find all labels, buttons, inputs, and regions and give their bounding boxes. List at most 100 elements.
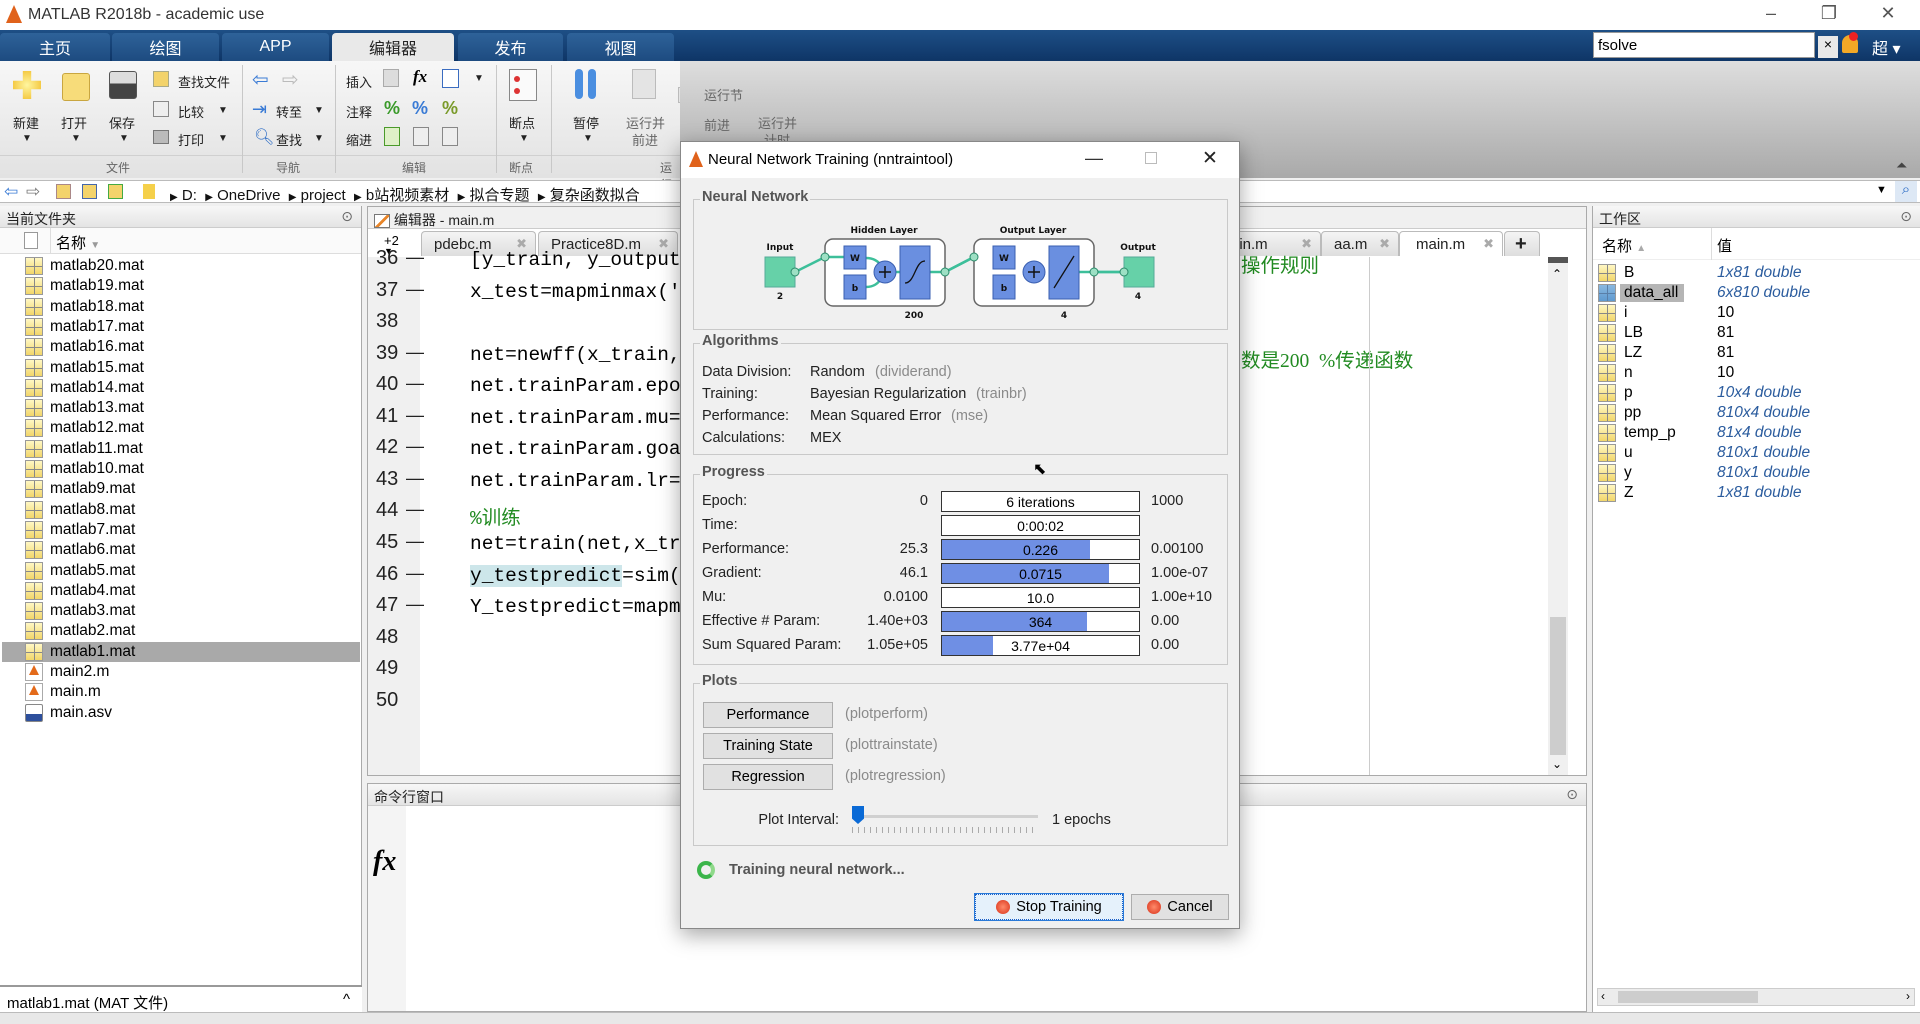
code-line[interactable]: %训练: [470, 501, 521, 530]
code-line[interactable]: net.trainParam.mu=: [470, 407, 681, 429]
save-button[interactable]: 保存: [109, 113, 135, 132]
function-browser-icon[interactable]: fx: [373, 846, 396, 878]
value-column-header[interactable]: 值: [1717, 235, 1732, 256]
pause-button[interactable]: 暂停: [573, 113, 599, 132]
editor-tab-main-active[interactable]: main.m ✖: [1399, 231, 1503, 256]
variable-row[interactable]: B 1x81 double: [1598, 263, 1918, 283]
insert-section-icon[interactable]: [383, 69, 399, 87]
find-files-button[interactable]: 查找文件: [178, 72, 230, 91]
compare-dropdown-icon[interactable]: ▼: [218, 105, 228, 116]
decrease-indent-icon[interactable]: [442, 127, 458, 146]
forward-icon[interactable]: ⇨: [26, 182, 40, 202]
tab-plots[interactable]: 绘图: [112, 33, 219, 61]
scrollbar-thumb[interactable]: [1550, 617, 1566, 755]
search-folder-icon[interactable]: ⌕: [1895, 181, 1917, 202]
code-line[interactable]: x_test=mapminmax(': [470, 281, 681, 303]
file-row[interactable]: matlab10.mat: [2, 459, 360, 479]
variable-row[interactable]: p 10x4 double: [1598, 383, 1918, 403]
workspace-hscrollbar[interactable]: ‹ ›: [1597, 988, 1915, 1006]
pause-icon-bar1[interactable]: [575, 69, 583, 99]
collapse-ribbon-icon[interactable]: ⏶: [1896, 157, 1907, 174]
breakpoint-dash[interactable]: —: [406, 342, 424, 363]
code-line[interactable]: net=newff(x_train,: [470, 344, 681, 366]
forward-arrow-icon[interactable]: ⇨: [282, 67, 299, 92]
save-disk-icon[interactable]: [109, 71, 137, 99]
crumb-drive[interactable]: D:: [182, 187, 197, 204]
stop-training-button[interactable]: Stop Training: [974, 893, 1124, 921]
editor-scrollbar[interactable]: ⌃ ⌄: [1548, 257, 1568, 775]
path-dropdown-icon[interactable]: ▼: [1876, 184, 1887, 196]
file-row[interactable]: matlab5.mat: [2, 561, 360, 581]
breakpoint-dash[interactable]: —: [406, 594, 424, 615]
plot-regression-button[interactable]: Regression: [703, 764, 833, 790]
crumb-project[interactable]: project: [301, 187, 346, 204]
variable-row[interactable]: temp_p 81x4 double: [1598, 423, 1918, 443]
file-row[interactable]: matlab20.mat: [2, 256, 360, 276]
open-button[interactable]: 打开: [61, 113, 87, 132]
goto-button[interactable]: 转至: [276, 102, 302, 121]
panel-menu-icon[interactable]: ⊙: [1566, 786, 1578, 803]
goto-dropdown-icon[interactable]: ▼: [314, 105, 324, 116]
variable-row[interactable]: data_all 6x810 double: [1598, 283, 1918, 303]
file-row[interactable]: matlab17.mat: [2, 317, 360, 337]
smart-indent-icon[interactable]: [384, 127, 400, 146]
open-dropdown-icon[interactable]: ▼: [71, 133, 81, 144]
plot-interval-slider[interactable]: [852, 806, 1038, 833]
back-arrow-icon[interactable]: ⇦: [252, 67, 269, 92]
code-line[interactable]: y_testpredict=sim(: [470, 564, 681, 587]
file-row[interactable]: matlab9.mat: [2, 479, 360, 499]
expand-details-icon[interactable]: ^: [343, 991, 350, 1008]
variable-row[interactable]: LZ 81: [1598, 343, 1918, 363]
compare-button[interactable]: 比较: [178, 102, 204, 121]
insert-function-icon[interactable]: fx: [413, 67, 427, 87]
save-dropdown-icon[interactable]: ▼: [119, 133, 129, 144]
breakpoint-dash[interactable]: —: [406, 405, 424, 426]
crumb-fitting-topic[interactable]: 拟合专题: [469, 187, 529, 204]
file-row[interactable]: matlab16.mat: [2, 337, 360, 357]
code-line[interactable]: net.trainParam.goa: [470, 438, 681, 460]
increase-indent-icon[interactable]: [413, 127, 429, 146]
file-row[interactable]: main2.m: [2, 662, 360, 682]
file-row[interactable]: matlab6.mat: [2, 540, 360, 560]
tab-home[interactable]: 主页: [0, 33, 110, 61]
advance-button[interactable]: 前进: [704, 115, 730, 134]
panel-menu-icon[interactable]: ⊙: [341, 208, 353, 225]
variable-row[interactable]: y 810x1 double: [1598, 463, 1918, 483]
new-dropdown-icon[interactable]: ▼: [22, 133, 32, 144]
file-row[interactable]: matlab13.mat: [2, 398, 360, 418]
file-row[interactable]: matlab4.mat: [2, 581, 360, 601]
tab-apps[interactable]: APP: [222, 33, 329, 61]
file-row[interactable]: matlab8.mat: [2, 500, 360, 520]
minimize-button[interactable]: –: [1756, 3, 1786, 24]
close-tab-icon[interactable]: ✖: [1379, 236, 1390, 252]
file-row[interactable]: matlab18.mat: [2, 297, 360, 317]
comment-percent-icon[interactable]: %: [384, 98, 400, 119]
code-line[interactable]: [y_train, y_output]: [470, 249, 692, 271]
print-dropdown-icon[interactable]: ▼: [218, 133, 228, 144]
file-row[interactable]: main.asv: [2, 703, 360, 723]
up-folder-icon[interactable]: [56, 184, 71, 199]
breakpoint-dash[interactable]: —: [406, 373, 424, 394]
new-icon[interactable]: [13, 71, 41, 99]
code-line[interactable]: Y_testpredict=mapm: [470, 596, 681, 618]
file-row[interactable]: matlab3.mat: [2, 601, 360, 621]
new-button[interactable]: 新建: [13, 113, 39, 132]
name-column-header[interactable]: 名称 ▲: [1602, 235, 1646, 256]
print-button[interactable]: 打印: [178, 130, 204, 149]
breakpoint-dash[interactable]: —: [406, 531, 424, 552]
file-row[interactable]: matlab19.mat: [2, 276, 360, 296]
tab-editor[interactable]: 编辑器: [332, 33, 454, 61]
tab-view[interactable]: 视图: [567, 33, 674, 61]
crumb-video-material[interactable]: b站视频素材: [366, 187, 449, 204]
breakpoint-dash[interactable]: —: [406, 499, 424, 520]
code-line[interactable]: net=train(net,x_tr: [470, 533, 681, 555]
uncomment-icon[interactable]: %: [412, 98, 428, 119]
find-button[interactable]: 查找: [276, 130, 302, 149]
plot-performance-button[interactable]: Performance: [703, 702, 833, 728]
file-row[interactable]: matlab1.mat: [2, 641, 360, 662]
user-account-menu[interactable]: 超 ▾: [1872, 35, 1901, 59]
breakpoints-icon[interactable]: [509, 69, 537, 101]
breakpoint-dash[interactable]: —: [406, 436, 424, 457]
pause-icon-bar2[interactable]: [588, 69, 596, 99]
breakpoints-button[interactable]: 断点: [509, 113, 535, 132]
